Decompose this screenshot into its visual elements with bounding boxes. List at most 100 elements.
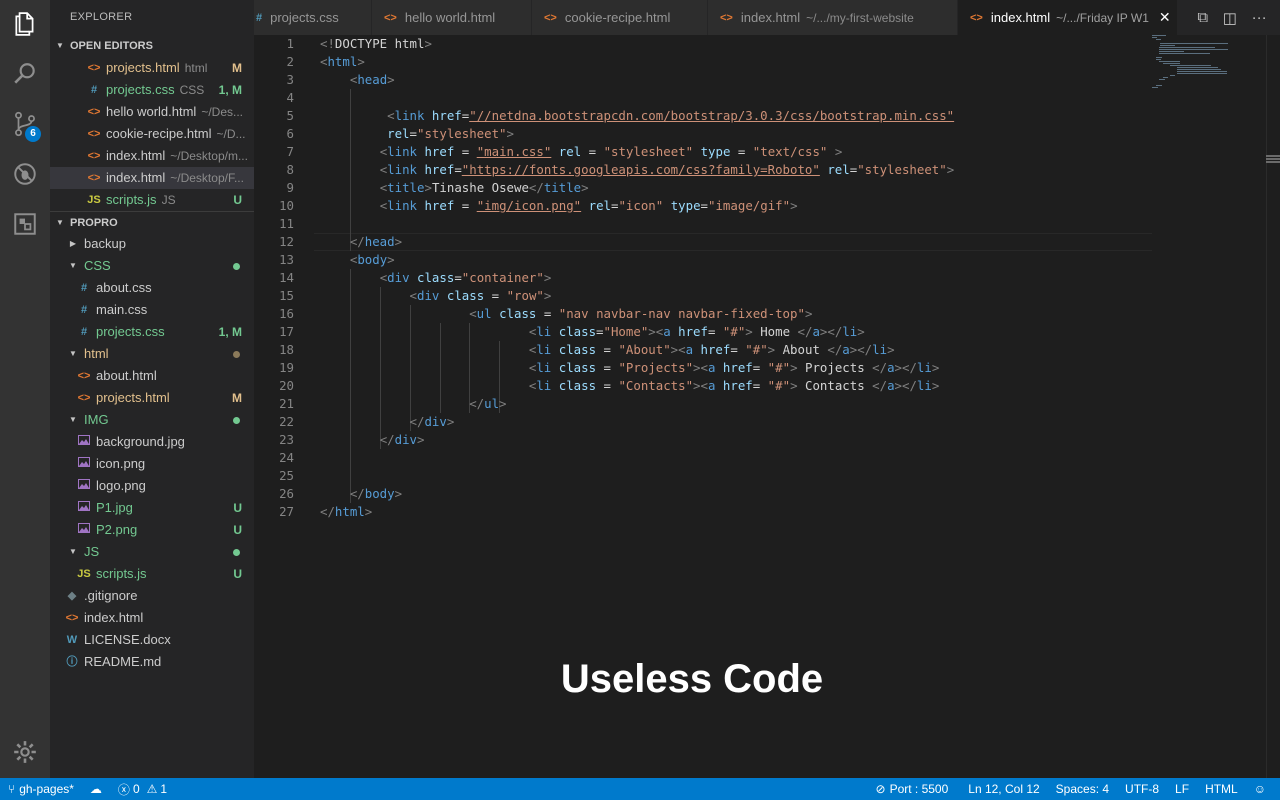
open-editor-item[interactable]: JS scripts.js JS U bbox=[50, 189, 254, 211]
code-line[interactable]: </ul> bbox=[320, 395, 506, 413]
close-icon[interactable]: ✕ bbox=[1159, 9, 1171, 26]
file-item[interactable]: <> projects.html M bbox=[50, 387, 254, 409]
code-line[interactable]: <link href="https://fonts.googleapis.com… bbox=[320, 161, 955, 179]
file-item[interactable]: P1.jpg U bbox=[50, 497, 254, 519]
code-line[interactable]: <ul class = "nav navbar-nav navbar-fixed… bbox=[320, 305, 812, 323]
code-line[interactable]: <li class="Home"><a href= "#"> Home </a>… bbox=[320, 323, 865, 341]
file-item[interactable]: # projects.css 1, M bbox=[50, 321, 254, 343]
minimap-line bbox=[1155, 39, 1161, 40]
extensions-icon[interactable] bbox=[0, 200, 50, 248]
code-line[interactable]: </html> bbox=[320, 503, 372, 521]
code-line[interactable]: </div> bbox=[320, 431, 425, 449]
source-control-icon[interactable]: 6 bbox=[0, 100, 50, 148]
code-line[interactable]: <!DOCTYPE html> bbox=[320, 35, 432, 53]
open-editor-item[interactable]: <> index.html ~/Desktop/m... bbox=[50, 145, 254, 167]
debug-icon[interactable] bbox=[0, 150, 50, 198]
code-line[interactable]: <li class = "Contacts"><a href= "#"> Con… bbox=[320, 377, 939, 395]
open-editor-item[interactable]: <> hello world.html ~/Des... bbox=[50, 101, 254, 123]
editor-tab[interactable]: <> index.html ~/.../my-first-website bbox=[708, 0, 958, 35]
git-status-badge: U bbox=[233, 567, 242, 581]
folder-item[interactable]: ▼ JS bbox=[50, 541, 254, 563]
sync-button[interactable]: ☁ bbox=[82, 778, 110, 800]
code-line[interactable]: </head> bbox=[320, 233, 402, 251]
minimap-line bbox=[1160, 43, 1229, 44]
editor-tab[interactable]: <> hello world.html bbox=[372, 0, 532, 35]
vertical-scrollbar[interactable] bbox=[1266, 35, 1280, 778]
code-token: = bbox=[454, 162, 462, 177]
image-file-icon bbox=[76, 453, 92, 475]
encoding[interactable]: UTF-8 bbox=[1117, 778, 1167, 800]
code-token: rel bbox=[387, 126, 410, 141]
code-line[interactable]: <link href = "main.css" rel = "styleshee… bbox=[320, 143, 843, 161]
file-item[interactable]: <> about.html bbox=[50, 365, 254, 387]
live-server-port[interactable]: ⊘ Port : 5500 bbox=[868, 778, 957, 800]
file-path: CSS bbox=[179, 83, 205, 97]
file-item[interactable]: icon.png bbox=[50, 453, 254, 475]
code-line[interactable]: <li class = "Projects"><a href= "#"> Pro… bbox=[320, 359, 939, 377]
open-editor-item[interactable]: # projects.css CSS 1, M bbox=[50, 79, 254, 101]
open-editor-item[interactable]: <> projects.html html M bbox=[50, 57, 254, 79]
files-icon[interactable] bbox=[0, 0, 50, 48]
code-line[interactable]: <div class = "row"> bbox=[320, 287, 552, 305]
folder-item[interactable]: ▶ backup bbox=[50, 233, 254, 255]
split-compare-icon[interactable]: ⧉ bbox=[1197, 9, 1208, 26]
file-item[interactable]: <> index.html bbox=[50, 607, 254, 629]
editor-tabs: # projects.css <> hello world.html <> cookie-… bbox=[254, 0, 1280, 35]
folder-item[interactable]: ▼ IMG bbox=[50, 409, 254, 431]
code-token: ></ bbox=[894, 378, 917, 393]
chevron-right-icon: ▶ bbox=[69, 239, 77, 248]
file-item[interactable]: ◆ .gitignore bbox=[50, 585, 254, 607]
line-number: 17 bbox=[279, 324, 294, 339]
tab-active-index-html[interactable]: <> index.html ~/.../Friday IP W1 ✕ bbox=[958, 0, 1178, 35]
folder-item[interactable]: ▼ CSS bbox=[50, 255, 254, 277]
gear-icon[interactable] bbox=[0, 728, 50, 776]
code-token: "img/icon.png" bbox=[476, 198, 582, 213]
folder-item[interactable]: ▼ html bbox=[50, 343, 254, 365]
split-editor-icon[interactable]: ◫ bbox=[1223, 9, 1237, 27]
search-icon[interactable] bbox=[0, 50, 50, 98]
code-line[interactable]: <body> bbox=[320, 251, 395, 269]
open-editors-header[interactable]: ▼ OPEN EDITORS bbox=[50, 35, 254, 57]
code-line[interactable]: </body> bbox=[320, 485, 402, 503]
end-of-line[interactable]: LF bbox=[1167, 778, 1197, 800]
code-token: > bbox=[424, 36, 432, 51]
indentation[interactable]: Spaces: 4 bbox=[1048, 778, 1117, 800]
chevron-down-icon: ▼ bbox=[56, 41, 64, 50]
code-line[interactable]: <link href="//netdna.bootstrapcdn.com/bo… bbox=[320, 107, 954, 125]
file-item[interactable]: # about.css bbox=[50, 277, 254, 299]
code-line[interactable]: <title>Tinashe Osewe</title> bbox=[320, 179, 589, 197]
more-icon[interactable]: ··· bbox=[1252, 9, 1267, 26]
file-item[interactable]: ⓘ README.md bbox=[50, 651, 254, 673]
code-line[interactable]: <div class="container"> bbox=[320, 269, 552, 287]
source-control-badge: 6 bbox=[25, 126, 41, 142]
problems-indicator[interactable]: ⓧ 0 ⚠ 1 bbox=[110, 778, 175, 800]
file-item[interactable]: # main.css bbox=[50, 299, 254, 321]
code-editor[interactable]: Useless Code 1 <!DOCTYPE html> 2 <html> 3 <h… bbox=[254, 35, 1280, 778]
file-item[interactable]: W LICENSE.docx bbox=[50, 629, 254, 651]
editor-tab[interactable]: # projects.css bbox=[254, 0, 372, 35]
file-item[interactable]: P2.png U bbox=[50, 519, 254, 541]
code-line[interactable]: rel="stylesheet"> bbox=[320, 125, 514, 143]
code-line[interactable]: <li class = "About"><a href= "#"> About … bbox=[320, 341, 895, 359]
smiley-feedback-icon[interactable]: ☺ bbox=[1246, 778, 1274, 800]
code-line[interactable]: <link href = "img/icon.png" rel="icon" t… bbox=[320, 197, 798, 215]
tab-label: index.html bbox=[990, 10, 1051, 25]
file-item[interactable]: logo.png bbox=[50, 475, 254, 497]
open-editor-item[interactable]: <> index.html ~/Desktop/F... bbox=[50, 167, 254, 189]
scrollbar-overview-marks bbox=[1266, 155, 1280, 165]
minimap[interactable] bbox=[1152, 35, 1266, 95]
open-editor-item[interactable]: <> cookie-recipe.html ~/D... bbox=[50, 123, 254, 145]
code-line[interactable]: </div> bbox=[320, 413, 455, 431]
code-token: = bbox=[596, 342, 619, 357]
code-line[interactable]: <html> bbox=[320, 53, 365, 71]
language-mode[interactable]: HTML bbox=[1197, 778, 1246, 800]
editor-tab[interactable]: <> cookie-recipe.html bbox=[532, 0, 708, 35]
folder-name: html bbox=[84, 346, 109, 361]
file-item[interactable]: JS scripts.js U bbox=[50, 563, 254, 585]
file-path: ~/D... bbox=[216, 127, 246, 141]
branch-indicator[interactable]: ⑂ gh-pages* bbox=[0, 778, 82, 800]
cursor-position[interactable]: Ln 12, Col 12 bbox=[960, 778, 1047, 800]
file-item[interactable]: background.jpg bbox=[50, 431, 254, 453]
code-line[interactable]: <head> bbox=[320, 71, 395, 89]
project-header[interactable]: ▼ PROPRO bbox=[50, 211, 254, 233]
